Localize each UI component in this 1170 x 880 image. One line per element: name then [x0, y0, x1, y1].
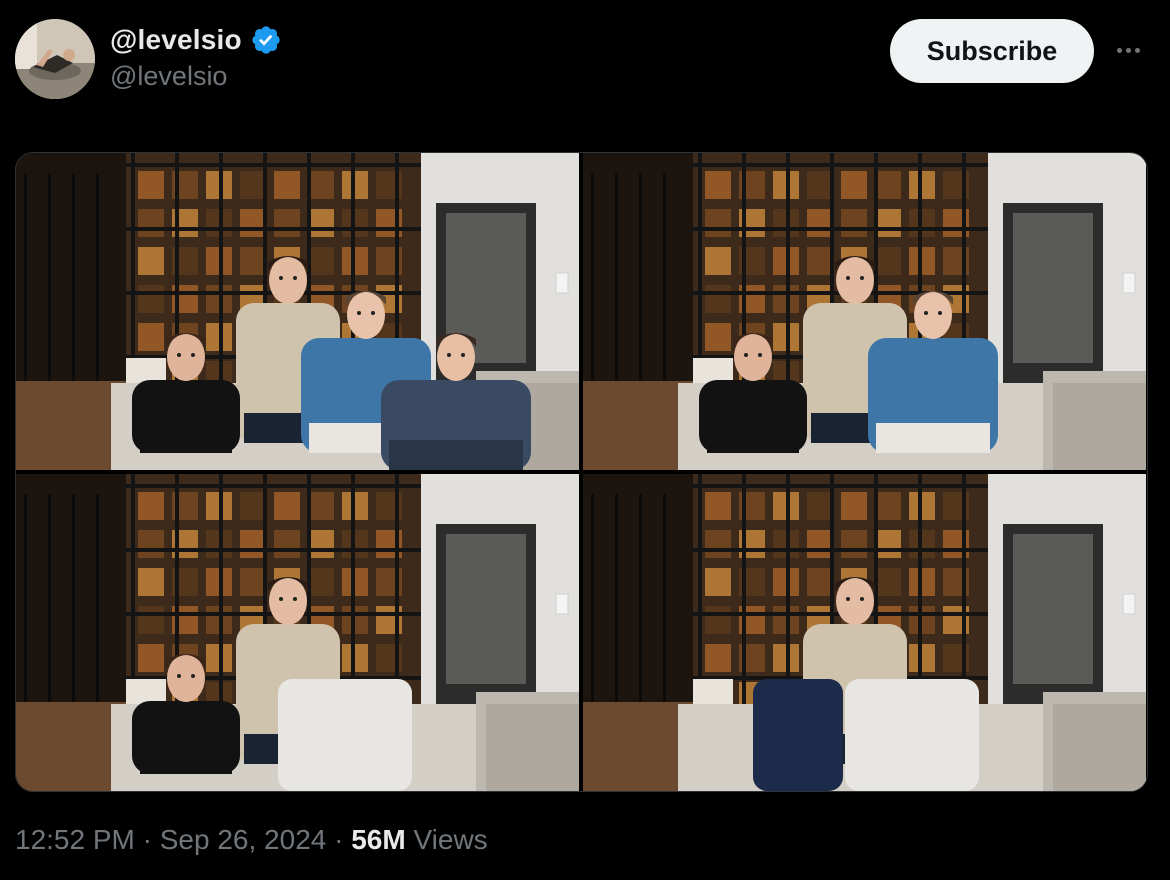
- photo-scene: [583, 153, 1146, 470]
- verified-badge-icon: [252, 26, 280, 54]
- media-photo-4[interactable]: [583, 474, 1146, 791]
- subscribe-button[interactable]: Subscribe: [890, 19, 1094, 83]
- tweet-header: @levelsio @levelsio Subscribe: [0, 0, 1170, 120]
- media-photo-2[interactable]: [583, 153, 1146, 470]
- author-handle[interactable]: @levelsio: [110, 61, 282, 92]
- avatar-photo-icon: [15, 19, 95, 99]
- photo-scene: [16, 153, 579, 470]
- post-date[interactable]: Sep 26, 2024: [160, 824, 327, 855]
- more-dots-icon[interactable]: [1106, 34, 1150, 66]
- media-photo-1[interactable]: [16, 153, 579, 470]
- meta-separator: ·: [334, 824, 344, 855]
- views-label: Views: [413, 824, 488, 855]
- tweet-meta: 12:52 PM · Sep 26, 2024 · 56M Views: [15, 824, 488, 856]
- photo-scene: [583, 474, 1146, 791]
- author-display-name[interactable]: @levelsio: [110, 24, 242, 56]
- author-names: @levelsio @levelsio: [110, 22, 282, 92]
- media-photo-3[interactable]: [16, 474, 579, 791]
- views-count[interactable]: 56M: [351, 824, 405, 855]
- meta-separator: ·: [142, 824, 152, 855]
- post-time[interactable]: 12:52 PM: [15, 824, 135, 855]
- media-grid: [15, 152, 1148, 792]
- photo-scene: [16, 474, 579, 791]
- avatar[interactable]: [15, 19, 95, 99]
